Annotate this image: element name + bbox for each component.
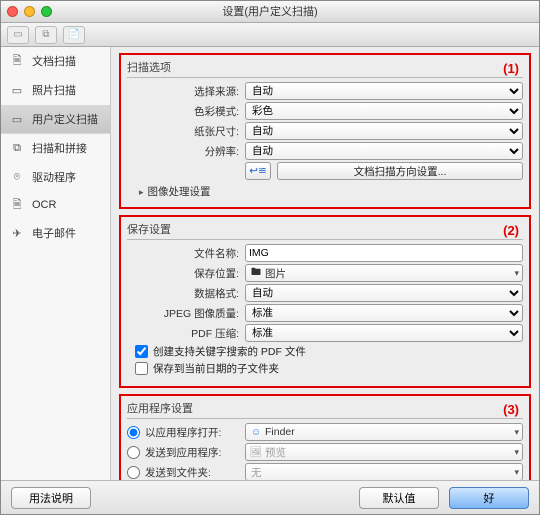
group-marker-2: (2) <box>503 223 519 238</box>
content-pane: (1) 扫描选项 选择来源: 自动 色彩模式: 彩色 纸张尺寸: 自动 分辨率:… <box>111 47 539 480</box>
source-label: 选择来源: <box>127 84 245 99</box>
format-select[interactable]: 自动 <box>245 284 523 302</box>
photo-icon: ▭ <box>8 83 26 97</box>
sidebar-item-ocr[interactable]: 🗎 OCR <box>1 192 110 219</box>
window-controls <box>7 6 52 17</box>
filename-label: 文件名称: <box>127 246 245 261</box>
window: 设置(用户定义扫描) ▭ ⧉ 📄 🗎 文档扫描 ▭ 照片扫描 ▭ 用户定义扫描 … <box>0 0 540 515</box>
sidebar-item-document-scan[interactable]: 🗎 文档扫描 <box>1 47 110 76</box>
pdf-select[interactable]: 标准 <box>245 324 523 342</box>
paper-select[interactable]: 自动 <box>245 122 523 140</box>
zoom-icon[interactable] <box>41 6 52 17</box>
sidebar: 🗎 文档扫描 ▭ 照片扫描 ▭ 用户定义扫描 ⧉ 扫描和拼接 ⌾ 驱动程序 🗎 <box>1 47 111 480</box>
sidebar-item-label: 驱动程序 <box>32 169 76 185</box>
chk-keyword-pdf[interactable]: 创建支持关键字搜索的 PDF 文件 <box>135 344 523 359</box>
orient-settings-button[interactable]: 文档扫描方向设置... <box>277 162 523 180</box>
group-marker-3: (3) <box>503 402 519 417</box>
toolbar: ▭ ⧉ 📄 <box>1 23 539 47</box>
email-icon: ✈ <box>8 226 26 240</box>
driver-icon: ⌾ <box>8 170 26 184</box>
sidebar-item-label: 照片扫描 <box>32 82 76 98</box>
send-app-select: 🖼 预览 ▾ <box>245 443 523 461</box>
sidebar-item-label: OCR <box>32 199 56 211</box>
orient-reset-button[interactable]: ↩≌ <box>245 162 271 180</box>
ocr-icon: 🗎 <box>8 198 26 212</box>
toolbar-scan-icon[interactable]: ▭ <box>7 26 29 44</box>
sidebar-item-label: 文档扫描 <box>32 53 76 69</box>
filename-input[interactable] <box>245 244 523 262</box>
saveloc-label: 保存位置: <box>127 266 245 281</box>
source-select[interactable]: 自动 <box>245 82 523 100</box>
toolbar-copy-icon[interactable]: ⧉ <box>35 26 57 44</box>
swap-icon: ↩≌ <box>249 165 267 177</box>
footer: 用法说明 默认值 好 <box>1 480 539 514</box>
res-select[interactable]: 自动 <box>245 142 523 160</box>
titlebar: 设置(用户定义扫描) <box>1 1 539 23</box>
group-save-settings: (2) 保存设置 文件名称: 保存位置: 🖿 图片 ▾ <box>119 215 531 388</box>
custom-scan-icon: ▭ <box>8 112 26 126</box>
folder-icon: 🖿 <box>249 265 263 282</box>
group-title-scan: 扫描选项 <box>127 59 523 78</box>
sidebar-item-label: 电子邮件 <box>32 225 76 241</box>
chk-subfolder-input[interactable] <box>135 362 148 375</box>
sidebar-item-label: 扫描和拼接 <box>32 140 87 156</box>
color-select[interactable]: 彩色 <box>245 102 523 120</box>
sidebar-item-driver[interactable]: ⌾ 驱动程序 <box>1 163 110 192</box>
res-label: 分辨率: <box>127 144 245 159</box>
sidebar-item-label: 用户定义扫描 <box>32 111 98 127</box>
open-app-select[interactable]: ☺ Finder ▾ <box>245 423 523 441</box>
toolbar-doc-icon[interactable]: 📄 <box>63 26 85 44</box>
sidebar-item-email[interactable]: ✈ 电子邮件 <box>1 219 110 248</box>
send-folder-select: 无 ▾ <box>245 463 523 480</box>
paper-label: 纸张尺寸: <box>127 124 245 139</box>
image-proc-disclosure[interactable]: 图像处理设置 <box>127 184 523 199</box>
finder-icon: ☺ <box>249 427 263 438</box>
radio-send-folder[interactable] <box>127 466 140 479</box>
jpeg-label: JPEG 图像质量: <box>127 306 245 321</box>
pdf-label: PDF 压缩: <box>127 326 245 341</box>
chevron-down-icon: ▾ <box>514 427 519 438</box>
sidebar-item-custom-scan[interactable]: ▭ 用户定义扫描 <box>1 105 110 134</box>
chk-keyword-input[interactable] <box>135 345 148 358</box>
group-scan-options: (1) 扫描选项 选择来源: 自动 色彩模式: 彩色 纸张尺寸: 自动 分辨率:… <box>119 53 531 209</box>
preview-icon: 🖼 <box>249 447 263 458</box>
document-icon: 🗎 <box>8 54 26 68</box>
radio-open-app[interactable] <box>127 426 140 439</box>
group-app-settings: (3) 应用程序设置 以应用程序打开: ☺ Finder ▾ <box>119 394 531 480</box>
chevron-down-icon: ▾ <box>514 467 519 478</box>
group-title-save: 保存设置 <box>127 221 523 240</box>
radio-send-app[interactable] <box>127 446 140 459</box>
chk-date-subfolder[interactable]: 保存到当前日期的子文件夹 <box>135 361 523 376</box>
sidebar-item-photo-scan[interactable]: ▭ 照片扫描 <box>1 76 110 105</box>
chevron-down-icon: ▾ <box>514 268 519 279</box>
color-label: 色彩模式: <box>127 104 245 119</box>
group-marker-1: (1) <box>503 61 519 76</box>
stitch-icon: ⧉ <box>8 141 26 155</box>
jpeg-select[interactable]: 标准 <box>245 304 523 322</box>
saveloc-select[interactable]: 🖿 图片 ▾ <box>245 264 523 282</box>
window-title: 设置(用户定义扫描) <box>222 6 317 18</box>
group-title-app: 应用程序设置 <box>127 400 523 419</box>
sidebar-item-stitch[interactable]: ⧉ 扫描和拼接 <box>1 134 110 163</box>
ok-button[interactable]: 好 <box>449 487 529 509</box>
defaults-button[interactable]: 默认值 <box>359 487 439 509</box>
format-label: 数据格式: <box>127 286 245 301</box>
usage-button[interactable]: 用法说明 <box>11 487 91 509</box>
minimize-icon[interactable] <box>24 6 35 17</box>
chevron-down-icon: ▾ <box>514 447 519 458</box>
close-icon[interactable] <box>7 6 18 17</box>
